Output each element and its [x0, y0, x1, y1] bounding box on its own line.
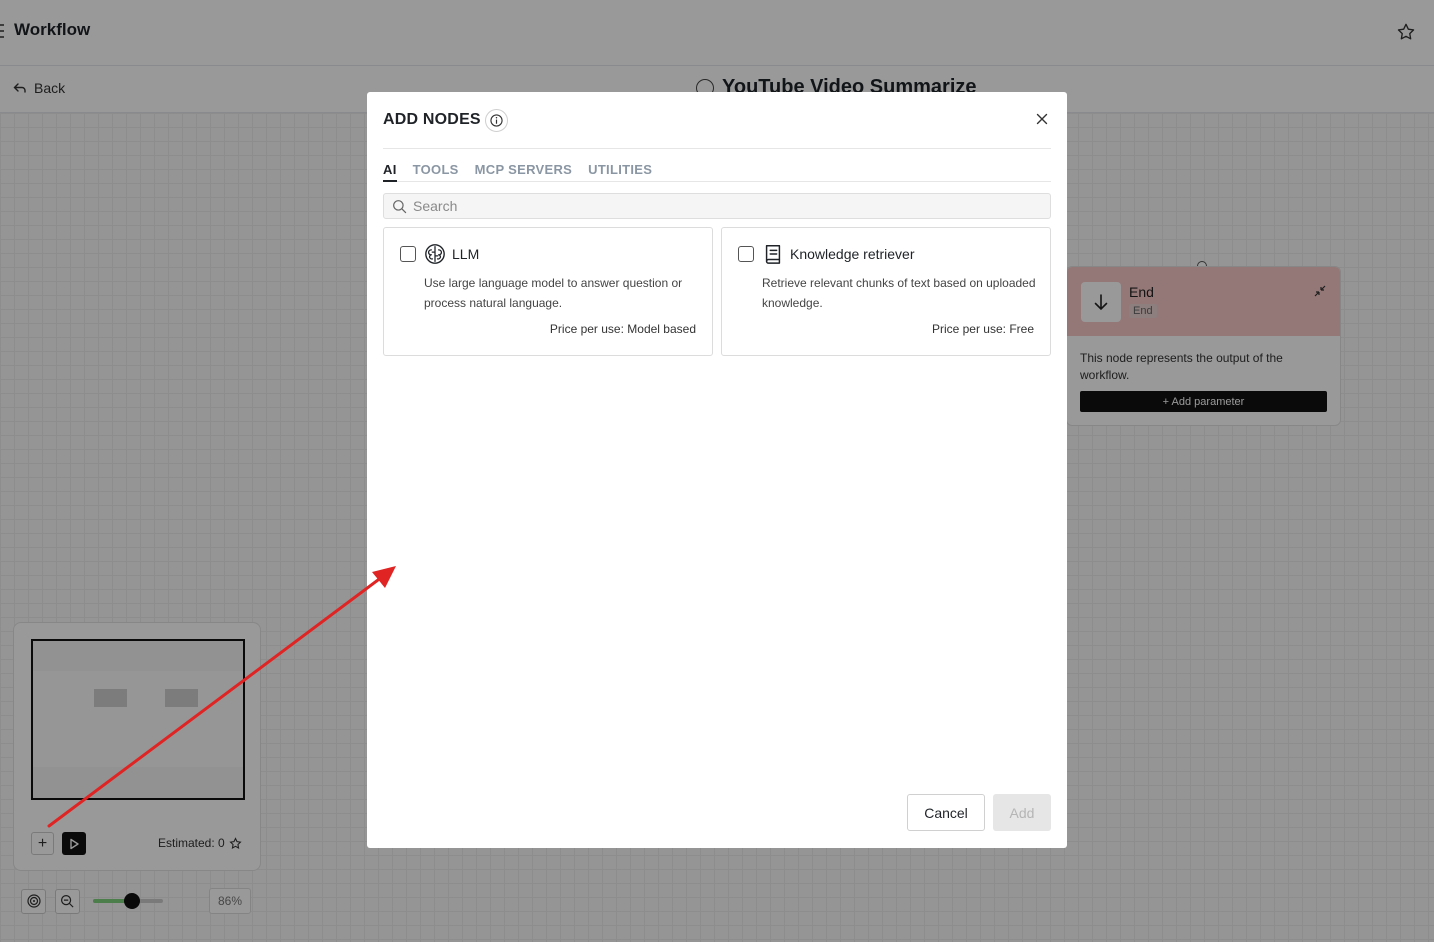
cancel-button[interactable]: Cancel — [907, 794, 985, 831]
add-button[interactable]: Add — [993, 794, 1051, 831]
dialog-title: ADD NODES — [383, 111, 481, 128]
node-category-tabs: AI TOOLS MCP SERVERS UTILITIES — [383, 162, 1051, 182]
info-icon[interactable] — [485, 109, 508, 132]
node-card-llm[interactable]: LLM Use large language model to answer q… — [383, 227, 713, 356]
tab-utilities[interactable]: UTILITIES — [588, 162, 652, 182]
llm-price: Price per use: Model based — [549, 322, 696, 336]
llm-name: LLM — [452, 246, 480, 262]
tab-tools[interactable]: TOOLS — [413, 162, 459, 182]
close-icon[interactable] — [1035, 112, 1049, 126]
search-box — [383, 193, 1051, 219]
knowledge-retriever-checkbox[interactable] — [738, 246, 754, 262]
knowledge-retriever-description: Retrieve relevant chunks of text based o… — [762, 276, 1036, 310]
knowledge-retriever-price: Price per use: Free — [931, 322, 1034, 336]
node-card-knowledge-retriever[interactable]: Knowledge retriever Retrieve relevant ch… — [721, 227, 1051, 356]
tab-ai[interactable]: AI — [383, 162, 397, 182]
add-nodes-dialog: ADD NODES AI TOOLS MCP SERVERS UTILITIES… — [367, 92, 1067, 848]
search-icon — [393, 199, 407, 213]
llm-description: Use large language model to answer quest… — [424, 276, 683, 310]
tab-mcp-servers[interactable]: MCP SERVERS — [475, 162, 572, 182]
llm-checkbox[interactable] — [400, 246, 416, 262]
knowledge-retriever-name: Knowledge retriever — [790, 246, 915, 262]
brain-icon — [425, 244, 445, 264]
title-divider — [383, 148, 1051, 149]
search-input[interactable] — [413, 198, 1033, 214]
book-icon — [765, 245, 781, 264]
